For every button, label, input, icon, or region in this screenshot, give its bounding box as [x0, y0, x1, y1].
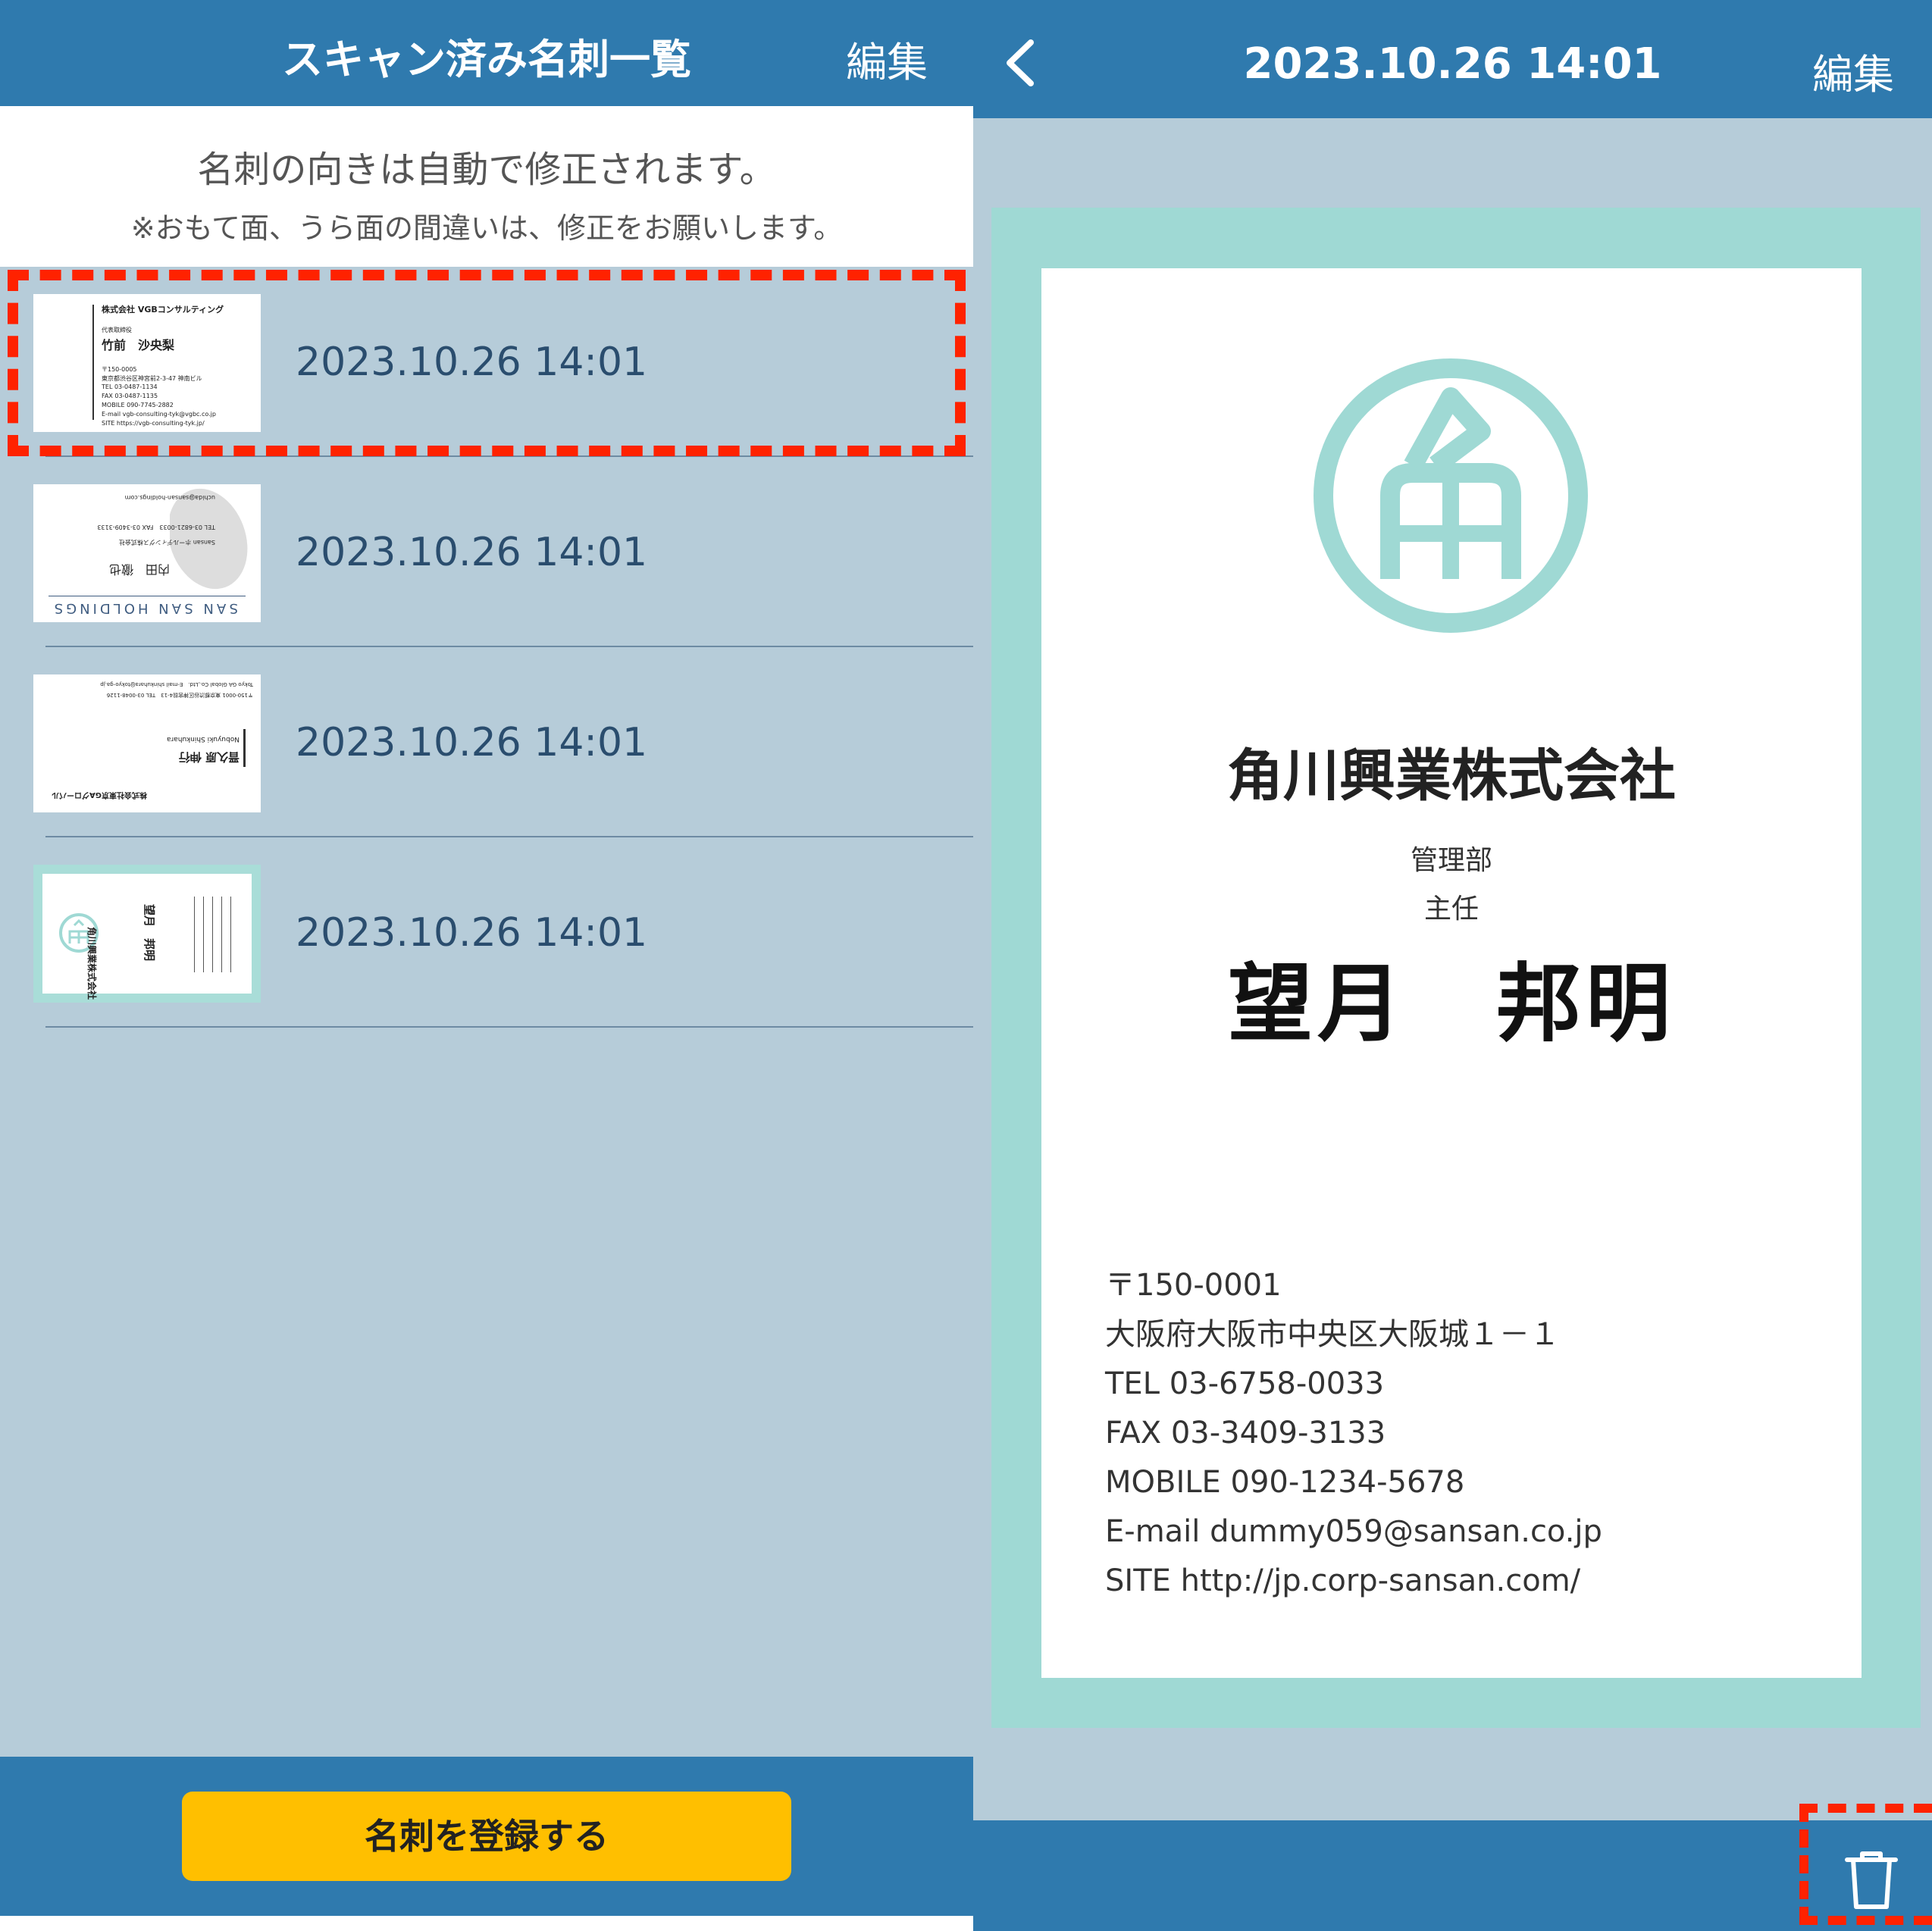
- page-title: スキャン済み名刺一覧: [282, 36, 691, 83]
- highlight-trash: [1799, 1804, 1932, 1925]
- thumb-romaji: Nobuyuki Shinkuhara: [167, 735, 240, 743]
- thumb-line: Sansan ホールディングス株式会社: [118, 539, 215, 546]
- scan-timestamp: 2023.10.26 14:01: [296, 720, 648, 765]
- list-header: スキャン済み名刺一覧 編集: [0, 0, 973, 106]
- notice-line-2: ※おもて面、うら面の間違いは、修正をお願いします。: [130, 211, 843, 245]
- thumb-company: SAN SAN HOLDINGS: [51, 600, 238, 616]
- card-contact-block: 〒150-0001 大阪府大阪市中央区大阪城１－１ TEL 03-6758-00…: [1105, 1261, 1602, 1606]
- scan-timestamp: 2023.10.26 14:01: [296, 530, 648, 575]
- business-card-image: 角川興業株式会社 管理部 主任 望月 邦明 〒150-0001 大阪府大阪市中央…: [991, 208, 1921, 1728]
- card-address: 大阪府大阪市中央区大阪城１－１: [1105, 1317, 1560, 1352]
- scanned-card-list-screen: スキャン済み名刺一覧 編集 名刺の向きは自動で修正されます。 ※おもて面、うら面…: [0, 0, 973, 1931]
- notice-line-1: 名刺の向きは自動で修正されます。: [197, 149, 776, 191]
- register-card-button[interactable]: 名刺を登録する: [182, 1792, 791, 1881]
- thumb-line: TEL 03-6821-0033 FAX 03-3409-3133: [97, 524, 215, 530]
- thumb-line: 〒150-0001 東京都渋谷区神宮前4-13 TEL 03-0048-1126: [106, 692, 253, 698]
- thumb-name: 内田 徹也: [108, 562, 170, 577]
- card-person-name: 望月 邦明: [1228, 955, 1675, 1053]
- row-divider: [45, 1026, 973, 1028]
- card-thumbnail: 角川興業株式会社 望月 邦明: [33, 865, 261, 1003]
- card-department: 管理部: [1410, 845, 1492, 876]
- card-fax: FAX 03-3409-3133: [1105, 1416, 1386, 1451]
- card-company-name: 角川興業株式会社: [1227, 743, 1676, 809]
- highlight-selected-card: [8, 270, 966, 456]
- thumb-line: Tokyo GA Global Co.,Ltd. E-mail shinkuha…: [100, 681, 253, 687]
- thumb-company: 株式会社東京GAグローバル: [52, 790, 147, 799]
- card-role: 主任: [1423, 894, 1479, 925]
- edit-button[interactable]: 編集: [846, 29, 928, 89]
- card-email: E-mail dummy059@sansan.co.jp: [1105, 1514, 1602, 1549]
- bottom-safe-area: [0, 1916, 973, 1931]
- thumb-name: 晋久原 伸行: [178, 750, 240, 764]
- card-tel: TEL 03-6758-0033: [1105, 1366, 1385, 1401]
- edit-button[interactable]: 編集: [1812, 41, 1894, 101]
- business-card-face: 角川興業株式会社 管理部 主任 望月 邦明 〒150-0001 大阪府大阪市中央…: [1041, 268, 1862, 1678]
- card-postal-code: 〒150-0001: [1105, 1268, 1282, 1303]
- thumb-name: 望月 邦明: [142, 904, 156, 962]
- card-detail-screen: 2023.10.26 14:01 編集 角川興業株式会社 管理部 主任 望月 邦…: [973, 0, 1932, 1931]
- scan-timestamp: 2023.10.26 14:01: [296, 910, 648, 956]
- detail-title: 2023.10.26 14:01: [1243, 39, 1662, 89]
- detail-footer: [973, 1820, 1932, 1931]
- list-footer: 名刺を登録する: [0, 1757, 973, 1916]
- card-thumbnail: SAN SAN HOLDINGS 内田 徹也 Sansan ホールディングス株式…: [33, 484, 261, 622]
- card-thumbnail: 株式会社東京GAグローバル 晋久原 伸行 Nobuyuki Shinkuhara…: [33, 674, 261, 812]
- card-list-item[interactable]: 株式会社東京GAグローバル 晋久原 伸行 Nobuyuki Shinkuhara…: [0, 647, 973, 837]
- thumb-company: 角川興業株式会社: [86, 927, 97, 1000]
- kado-logo-icon: [1314, 358, 1588, 633]
- card-list-item[interactable]: 角川興業株式会社 望月 邦明 2023.10.26 14:01: [0, 837, 973, 1028]
- orientation-notice: 名刺の向きは自動で修正されます。 ※おもて面、うら面の間違いは、修正をお願いしま…: [0, 106, 973, 267]
- card-list-item[interactable]: SAN SAN HOLDINGS 内田 徹也 Sansan ホールディングス株式…: [0, 457, 973, 647]
- card-mobile: MOBILE 090-1234-5678: [1105, 1465, 1465, 1500]
- thumb-line: uchida@sansan-holdings.com: [124, 494, 215, 501]
- detail-header: 2023.10.26 14:01 編集: [973, 0, 1932, 118]
- card-site: SITE http://jp.corp-sansan.com/: [1105, 1563, 1581, 1598]
